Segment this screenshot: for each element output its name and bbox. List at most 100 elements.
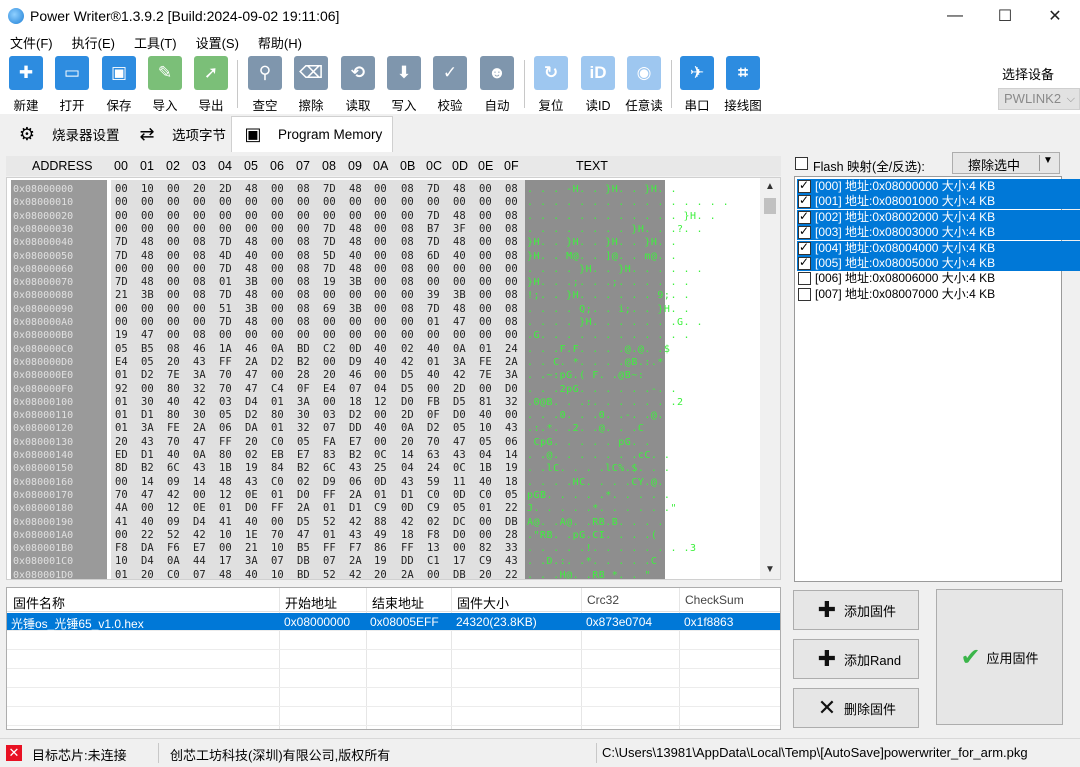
hex-byte[interactable]: 30 [297,409,310,422]
hex-byte[interactable]: 10 [479,422,492,435]
hex-byte[interactable]: 00 [505,263,518,276]
hex-byte[interactable]: 00 [193,223,206,236]
hex-byte[interactable]: F8 [427,529,440,542]
hex-byte[interactable]: 20 [115,436,128,449]
hex-byte[interactable]: 00 [193,263,206,276]
hex-byte[interactable]: 01 [115,569,128,579]
menu-help[interactable]: 帮助(H) [248,33,311,52]
hex-byte[interactable]: 42 [349,569,362,579]
hex-byte[interactable]: 1A [219,343,232,356]
hex-byte[interactable]: 00 [167,303,180,316]
auto-button[interactable]: ☻ 自动 [475,56,519,114]
hex-byte[interactable]: 08 [297,289,310,302]
hex-byte[interactable]: 82 [479,542,492,555]
hex-byte[interactable]: 52 [323,516,336,529]
hex-byte[interactable]: 0E [193,502,206,515]
hex-byte[interactable]: 19 [323,276,336,289]
hex-byte[interactable]: 48 [349,263,362,276]
hex-byte[interactable]: 7D [115,276,128,289]
hex-byte[interactable]: D4 [193,516,206,529]
hex-byte[interactable]: 00 [219,329,232,342]
hex-byte[interactable]: 08 [401,236,414,249]
hex-byte[interactable]: 1B [219,462,232,475]
hex-byte[interactable]: 01 [219,276,232,289]
hex-byte[interactable]: 1B [479,462,492,475]
hex-byte[interactable]: 10 [115,555,128,568]
sector-checkbox[interactable] [798,240,811,255]
hex-byte[interactable]: 40 [374,343,387,356]
sector-checkbox[interactable] [798,224,811,240]
hex-byte[interactable]: 00 [374,196,387,209]
hex-byte[interactable]: D5 [401,369,414,382]
hex-byte[interactable]: 43 [193,462,206,475]
hex-byte[interactable]: 42 [193,529,206,542]
hex-byte[interactable]: D0 [453,409,466,422]
hex-byte[interactable]: 00 [374,303,387,316]
hex-byte[interactable]: 00 [374,316,387,329]
hex-byte[interactable]: 00 [479,329,492,342]
hex-byte[interactable]: 47 [453,316,466,329]
tab-program-memory[interactable]: ▣ Program Memory [231,116,394,152]
hex-byte[interactable]: 43 [245,476,258,489]
hex-byte[interactable]: 00 [271,263,284,276]
hex-byte[interactable]: B2 [297,462,310,475]
hex-byte[interactable]: 32 [193,383,206,396]
hex-byte[interactable]: 00 [427,329,440,342]
hex-byte[interactable]: B2 [141,462,154,475]
hex-byte[interactable]: 00 [427,196,440,209]
hex-byte[interactable]: DB [453,569,466,579]
hex-byte[interactable]: 7D [219,236,232,249]
hex-byte[interactable]: EB [271,449,284,462]
hex-byte[interactable]: 01 [479,343,492,356]
hex-byte[interactable]: 42 [453,369,466,382]
flash-select-all-checkbox[interactable] [795,157,808,170]
hex-byte[interactable]: 28 [297,369,310,382]
hex-byte[interactable]: 00 [401,196,414,209]
hex-byte[interactable]: 19 [245,462,258,475]
hex-byte[interactable]: 0E [245,489,258,502]
hex-byte[interactable]: 3B [141,289,154,302]
hex-byte[interactable]: 22 [141,529,154,542]
hex-byte[interactable]: 07 [323,555,336,568]
hex-byte[interactable]: 88 [374,516,387,529]
hex-byte[interactable]: 01 [374,489,387,502]
hex-byte[interactable]: D2 [245,409,258,422]
hex-byte[interactable]: 0C [453,462,466,475]
hex-byte[interactable]: 00 [323,196,336,209]
hex-byte[interactable]: 00 [271,516,284,529]
hex-byte[interactable]: BD [297,343,310,356]
hex-byte[interactable]: 00 [374,289,387,302]
hex-byte[interactable]: 7D [219,316,232,329]
hex-byte[interactable]: 43 [401,476,414,489]
hex-byte[interactable]: 48 [245,316,258,329]
hex-byte[interactable]: 00 [245,329,258,342]
device-select[interactable]: PWLINK2 ⌵ [998,88,1080,110]
hex-byte[interactable]: 08 [505,236,518,249]
hex-byte[interactable]: 01 [323,529,336,542]
hex-byte[interactable]: 3B [349,303,362,316]
hex-byte[interactable]: 41 [115,516,128,529]
hex-byte[interactable]: 00 [115,196,128,209]
hex-byte[interactable]: 48 [141,276,154,289]
hex-byte[interactable]: 25 [374,462,387,475]
hex-byte[interactable]: 4D [219,250,232,263]
hex-byte[interactable]: 08 [167,343,180,356]
hex-byte[interactable]: B5 [141,343,154,356]
hex-byte[interactable]: 00 [453,542,466,555]
flash-sector-item[interactable]: [000] 地址:0x08000000 大小:4 KB [797,178,1080,194]
scroll-down-icon[interactable]: ▼ [760,561,780,579]
hex-byte[interactable]: 05 [453,422,466,435]
hex-byte[interactable]: 00 [479,196,492,209]
hex-byte[interactable]: 33 [505,542,518,555]
hex-byte[interactable]: 08 [505,303,518,316]
hex-byte[interactable]: 48 [453,236,466,249]
hex-byte[interactable]: 0A [453,343,466,356]
hex-byte[interactable]: 00 [245,210,258,223]
hex-byte[interactable]: FF [219,436,232,449]
hex-byte[interactable]: 08 [401,223,414,236]
hex-byte[interactable]: 00 [427,263,440,276]
hex-byte[interactable]: 00 [219,223,232,236]
hex-byte[interactable]: DB [297,555,310,568]
hex-byte[interactable]: 20 [401,436,414,449]
hex-byte[interactable]: 00 [323,316,336,329]
